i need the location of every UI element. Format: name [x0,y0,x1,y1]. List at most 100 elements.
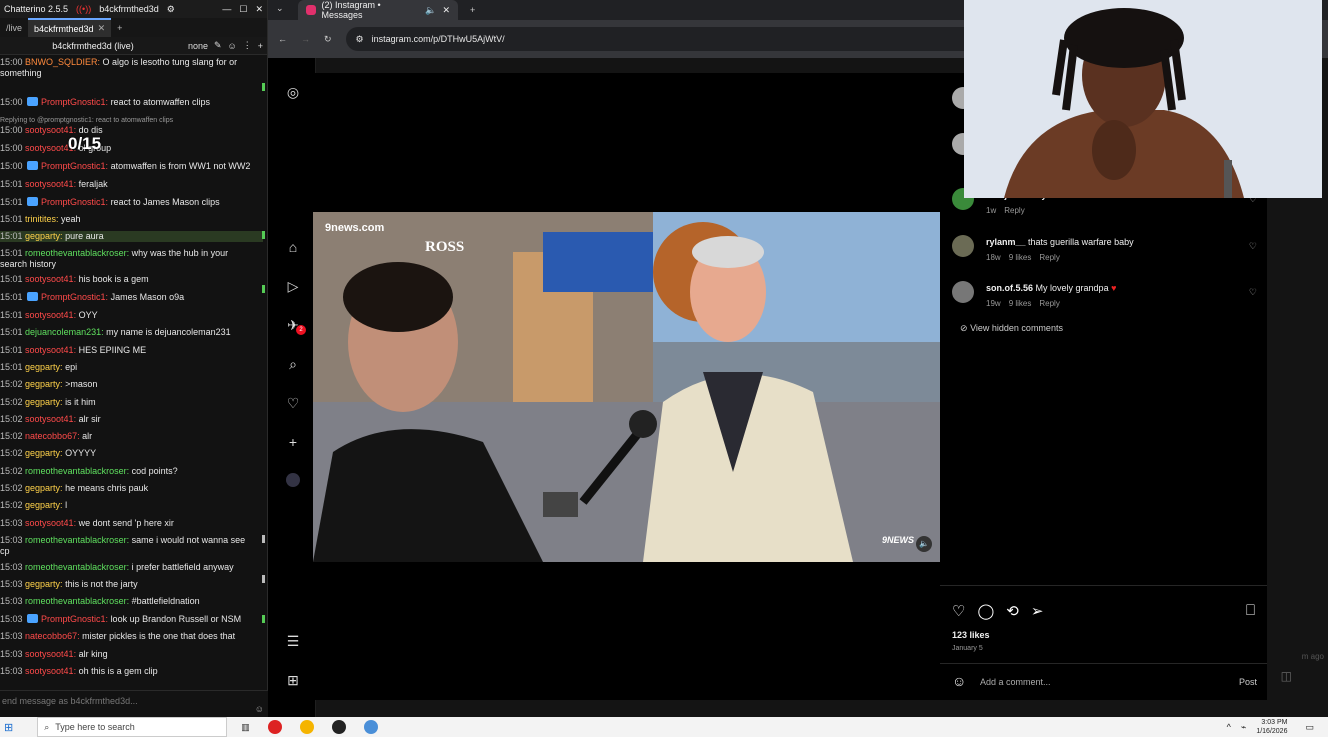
chat-message[interactable]: 15:00 PromptGnostic1: atomwaffen is from… [0,161,263,172]
chat-message[interactable]: 15:01 PromptGnostic1: react to James Mas… [0,197,263,208]
unmute-icon[interactable]: 🔈 [916,536,932,552]
chat-message[interactable]: 15:03 gegparty: this is not the jarty [0,579,263,590]
emoji-icon[interactable]: ☺ [952,673,966,689]
message-username[interactable]: romeothevantablackroser: [25,466,132,476]
notification-icon[interactable]: ▭ [1305,722,1314,733]
network-icon[interactable]: ⌁ [1241,722,1246,733]
message-username[interactable]: dejuancoleman231: [25,327,106,337]
message-username[interactable]: gegparty: [25,379,65,389]
message-username[interactable]: sootysoot41: [25,518,79,528]
close-tab-icon[interactable]: ✕ [442,5,450,16]
comment-user[interactable]: rylanm__ [986,237,1026,247]
view-hidden-comments[interactable]: ⊘ View hidden comments [960,323,1063,334]
subscriber-badge-icon[interactable] [27,197,39,206]
message-username[interactable]: gegparty: [25,231,65,241]
add-tab-button[interactable]: + [111,18,128,37]
subscriber-badge-icon[interactable] [27,161,39,170]
message-username[interactable]: PromptGnostic1: [41,97,111,107]
emote-icon[interactable]: ☺ [255,704,264,714]
task-view-icon[interactable]: ▥ [241,722,250,733]
chat-message[interactable]: 15:00 PromptGnostic1: react to atomwaffe… [0,97,263,108]
chat-input[interactable]: end message as b4ckfrmthed3d... ☺ [0,690,268,717]
users-icon[interactable]: ☺ [228,41,237,51]
message-username[interactable]: sootysoot41: [25,274,79,284]
message-username[interactable]: natecobbo67: [25,431,82,441]
commenter-avatar[interactable] [952,281,974,303]
chat-message[interactable]: 15:03 romeothevantablackroser: i prefer … [0,562,263,573]
chat-message[interactable]: 15:01 gegparty: pure aura [0,231,263,242]
close-button[interactable]: ✕ [255,4,263,15]
comment-likes[interactable]: 9 likes [1009,253,1032,262]
add-comment-input[interactable]: Add a comment... [980,677,1051,687]
like-comment-icon[interactable]: ♡ [1249,241,1257,252]
chat-message[interactable]: 15:01 gegparty: epi [0,362,263,373]
chat-message[interactable]: 15:01 sootysoot41: his book is a gem [0,274,263,285]
instagram-logo-icon[interactable]: ◎ [285,84,301,100]
reply-link[interactable]: Reply [1039,253,1059,262]
chat-message[interactable]: 15:02 romeothevantablackroser: cod point… [0,466,263,477]
message-username[interactable]: gegparty: [25,448,65,458]
chat-message[interactable]: 15:00 sootysoot41: ol group [0,143,263,154]
comment-likes[interactable]: 9 likes [1009,299,1032,308]
chat-message[interactable]: 15:02 gegparty: is it him [0,397,263,408]
reload-icon[interactable]: ↻ [324,34,332,45]
message-username[interactable]: PromptGnostic1: [41,292,111,302]
chatterino-taskbar-icon[interactable] [363,720,378,734]
chat-message[interactable]: 15:01 PromptGnostic1: James Mason o9a [0,292,263,303]
comment-icon[interactable]: ◯ [977,602,994,620]
message-username[interactable]: gegparty: [25,397,65,407]
chat-message[interactable]: 15:03 PromptGnostic1: look up Brandon Ru… [0,614,263,625]
post-comment-button[interactable]: Post [1239,677,1257,687]
clock[interactable]: 3:03 PM 1/16/2026 [1256,718,1287,736]
maximize-button[interactable]: ☐ [239,4,247,15]
message-username[interactable]: sootysoot41: [25,666,79,676]
minimize-button[interactable]: — [222,4,231,14]
message-username[interactable]: romeothevantablackroser: [25,535,132,545]
chat-message[interactable]: 15:03 sootysoot41: we dont send 'p here … [0,518,263,529]
windows-start-icon[interactable]: ⊞ [4,721,13,734]
reply-link[interactable]: Reply [1004,206,1024,215]
gear-icon[interactable]: ⚙ [167,4,175,15]
like-icon[interactable]: ♡ [952,602,965,620]
subscriber-badge-icon[interactable] [27,614,39,623]
chat-message[interactable]: 15:01 sootysoot41: OYY [0,310,263,321]
share-icon[interactable]: ➢ [1031,602,1044,620]
message-username[interactable]: BNWO_SQLDIER: [25,57,103,67]
chat-message[interactable]: 15:02 natecobbo67: alr [0,431,263,442]
message-username[interactable]: romeothevantablackroser: [25,596,132,606]
close-tab-icon[interactable]: ✕ [98,23,106,34]
message-username[interactable]: sootysoot41: [25,414,79,424]
message-username[interactable]: trinitites: [25,214,61,224]
chat-message[interactable]: 15:03 sootysoot41: oh this is a gem clip [0,666,263,677]
mute-tab-icon[interactable]: 🔈 [425,5,436,16]
app-icon[interactable] [331,720,346,734]
message-username[interactable]: PromptGnostic1: [41,614,111,624]
likes-count[interactable]: 123 likes [952,630,990,640]
message-username[interactable]: natecobbo67: [25,631,82,641]
comment-user[interactable]: son.of.5.56 [986,283,1033,293]
message-username[interactable]: gegparty: [25,500,65,510]
message-username[interactable]: gegparty: [25,483,65,493]
sticker-icon[interactable]: ◫ [1281,669,1292,683]
plus-icon[interactable]: + [258,41,263,51]
chat-message[interactable]: 15:02 sootysoot41: alr sir [0,414,263,425]
chat-scrollbar[interactable] [262,55,266,688]
notifications-icon[interactable]: ♡ [285,395,301,411]
tab-live[interactable]: /live [0,18,28,37]
tab-channel[interactable]: b4ckfrmthed3d ✕ [28,18,112,37]
taskbar-search[interactable]: ⌕ Type here to search [37,717,228,737]
save-icon[interactable]: ⎕ [1246,602,1255,619]
message-username[interactable]: gegparty: [25,362,65,372]
home-icon[interactable]: ⌂ [285,239,301,255]
chat-message[interactable]: 15:00 sootysoot41: do dis [0,125,263,136]
create-icon[interactable]: + [285,434,301,450]
chat-message[interactable]: 15:03 sootysoot41: alr king [0,649,263,660]
chat-message[interactable]: 15:02 gegparty: l [0,500,263,511]
forward-icon[interactable]: → [301,34,310,44]
chat-message[interactable]: 15:00 BNWO_SQLDIER: O algo is lesotho tu… [0,57,263,79]
chat-message[interactable]: 15:01 dejuancoleman231: my name is dejua… [0,327,263,338]
chrome-icon[interactable] [299,720,314,734]
tray-chevron-icon[interactable]: ^ [1227,722,1231,732]
commenter-avatar[interactable] [952,235,974,257]
message-username[interactable]: sootysoot41: [25,345,79,355]
